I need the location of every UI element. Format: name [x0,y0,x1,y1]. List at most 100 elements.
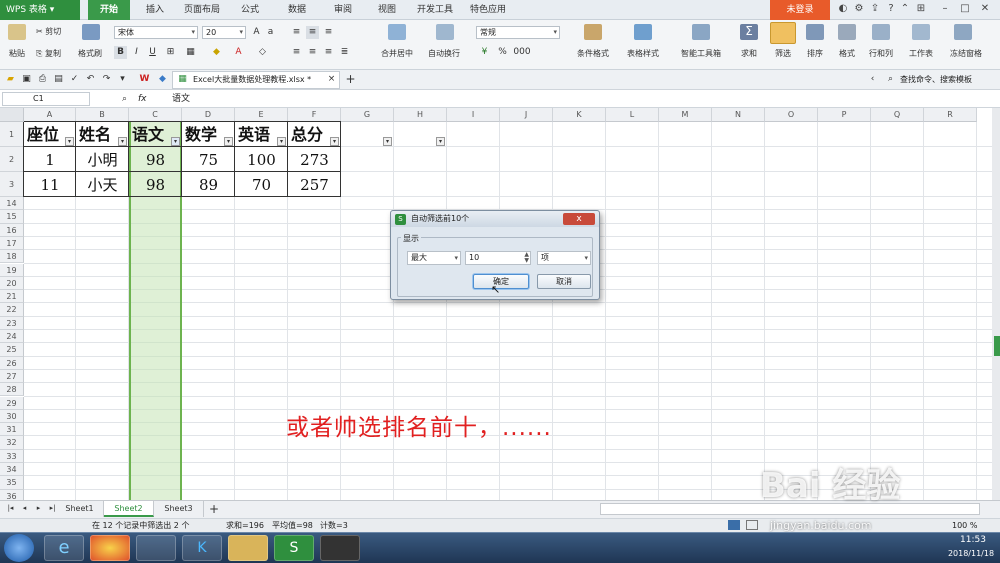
doc-close-icon[interactable]: × [325,73,338,86]
filter-dropdown-icon[interactable]: ▾ [436,137,445,146]
column-header-B[interactable]: B [76,108,129,122]
open-icon[interactable]: ▰ [4,73,17,86]
items-percent-select[interactable]: 项 [537,251,591,265]
folder-icon[interactable] [228,535,268,561]
first-sheet-icon[interactable]: |◂ [4,502,17,515]
filter-dropdown-icon[interactable]: ▾ [383,137,392,146]
row-header-1[interactable]: 1 [0,122,24,147]
freeze-label[interactable]: 冻结窗格 [944,48,988,59]
justify-icon[interactable]: ≣ [338,46,351,59]
worksheet-label[interactable]: 工作表 [904,48,938,59]
login-button[interactable]: 未登录 [770,0,830,20]
print-icon[interactable]: ⎙ [36,73,49,86]
search-command-input[interactable]: 查找命令、搜索模板 [900,73,972,86]
table-cell[interactable]: 1 [24,148,76,172]
percent-button[interactable]: % [496,46,509,59]
redo-icon[interactable]: ↷ [100,73,113,86]
column-header-N[interactable]: N [712,108,765,122]
row-header-17[interactable]: 17 [0,236,24,251]
save-icon[interactable]: ▣ [20,73,33,86]
align-right-icon[interactable]: ≡ [322,46,335,59]
column-header-O[interactable]: O [765,108,818,122]
table-cell[interactable]: 70 [235,173,288,197]
close-icon[interactable]: ✕ [978,2,992,16]
worksheet-icon[interactable] [912,24,930,40]
next-sheet-icon[interactable]: ▸ [32,502,45,515]
column-header-J[interactable]: J [500,108,553,122]
format-label[interactable]: 格式 [832,48,862,59]
tab-insert[interactable]: 插入 [138,0,172,20]
wrap-text-icon[interactable] [436,24,454,40]
prev-sheet-icon[interactable]: ◂ [18,502,31,515]
clock-date[interactable]: 2018/11/18 [944,549,998,558]
normal-view-icon[interactable] [728,520,740,530]
ok-button[interactable]: 确定 [473,274,529,289]
settings-icon[interactable]: ⚙ [852,2,866,16]
table-style-label[interactable]: 表格样式 [618,48,668,59]
column-header-H[interactable]: H [394,108,447,122]
table-cell[interactable]: 小天 [76,173,129,197]
tab-page-layout[interactable]: 页面布局 [178,0,226,20]
thousands-button[interactable]: 000 [512,46,532,59]
sum-icon[interactable]: Σ [740,24,758,40]
font-size-select[interactable]: 20 [202,26,246,39]
bold-button[interactable]: B [114,46,127,59]
column-header-R[interactable]: R [924,108,977,122]
align-left-icon[interactable]: ≡ [290,46,303,59]
tab-special[interactable]: 特色应用 [465,0,511,20]
align-center-icon[interactable]: ≡ [306,46,319,59]
rows-cols-icon[interactable] [872,24,890,40]
row-header-30[interactable]: 30 [0,409,24,424]
top-bottom-select[interactable]: 最大 [407,251,461,265]
k-app-icon[interactable]: K [182,535,222,561]
preview-icon[interactable]: ▤ [52,73,65,86]
row-header-31[interactable]: 31 [0,423,24,437]
column-header-L[interactable]: L [606,108,659,122]
row-header-27[interactable]: 27 [0,369,24,384]
clock-time[interactable]: 11:53 [948,535,998,545]
align-bottom-icon[interactable]: ≡ [322,26,335,39]
name-box[interactable]: C1 [2,92,90,106]
filter-dropdown-icon[interactable]: ▾ [277,137,286,146]
restore-icon[interactable]: ⊞ [914,2,928,16]
filter-icon[interactable] [770,22,796,44]
row-header-3[interactable]: 3 [0,172,24,197]
increase-font-icon[interactable]: A [250,26,263,39]
row-header-29[interactable]: 29 [0,396,24,410]
zoom-icon[interactable]: ⌕ [118,93,131,106]
row-header-28[interactable]: 28 [0,383,24,397]
smart-toolbox-label[interactable]: 智能工具箱 [676,48,726,59]
filter-label[interactable]: 筛选 [768,48,798,59]
italic-button[interactable]: I [130,46,143,59]
count-spinner[interactable]: 10 ▲ ▼ [465,251,531,265]
share-icon[interactable]: ⇪ [868,2,882,16]
select-all-corner[interactable] [0,108,24,122]
table-cell[interactable]: 257 [288,173,341,197]
currency-icon[interactable]: ¥ [478,46,491,59]
row-header-16[interactable]: 16 [0,223,24,237]
scrollbar-thumb[interactable] [994,336,1000,356]
sheet-tab-sheet3[interactable]: Sheet3 [154,501,204,517]
search-icon[interactable]: ⌕ [884,73,897,86]
collapse-icon[interactable]: ⌃ [898,2,912,16]
table-cell[interactable]: 273 [288,148,341,172]
spinner-arrows-icon[interactable]: ▲ ▼ [524,252,529,264]
clear-icon[interactable]: ◇ [256,46,269,59]
spellcheck-icon[interactable]: ✓ [68,73,81,86]
ie-icon[interactable]: e [44,535,84,561]
row-header-26[interactable]: 26 [0,356,24,370]
decrease-font-icon[interactable]: a [264,26,277,39]
add-sheet-button[interactable]: + [206,501,222,517]
border-icon[interactable]: ⊞ [164,46,177,59]
column-header-K[interactable]: K [553,108,606,122]
cancel-button[interactable]: 取消 [537,274,591,289]
tab-developer[interactable]: 开发工具 [412,0,458,20]
paste-icon[interactable] [8,24,26,40]
paste-label[interactable]: 粘贴 [4,48,30,59]
start-button[interactable] [4,534,34,562]
row-header-25[interactable]: 25 [0,343,24,357]
row-header-15[interactable]: 15 [0,210,24,224]
help-icon[interactable]: ? [884,2,898,16]
freeze-icon[interactable] [954,24,972,40]
smart-toolbox-icon[interactable] [692,24,710,40]
